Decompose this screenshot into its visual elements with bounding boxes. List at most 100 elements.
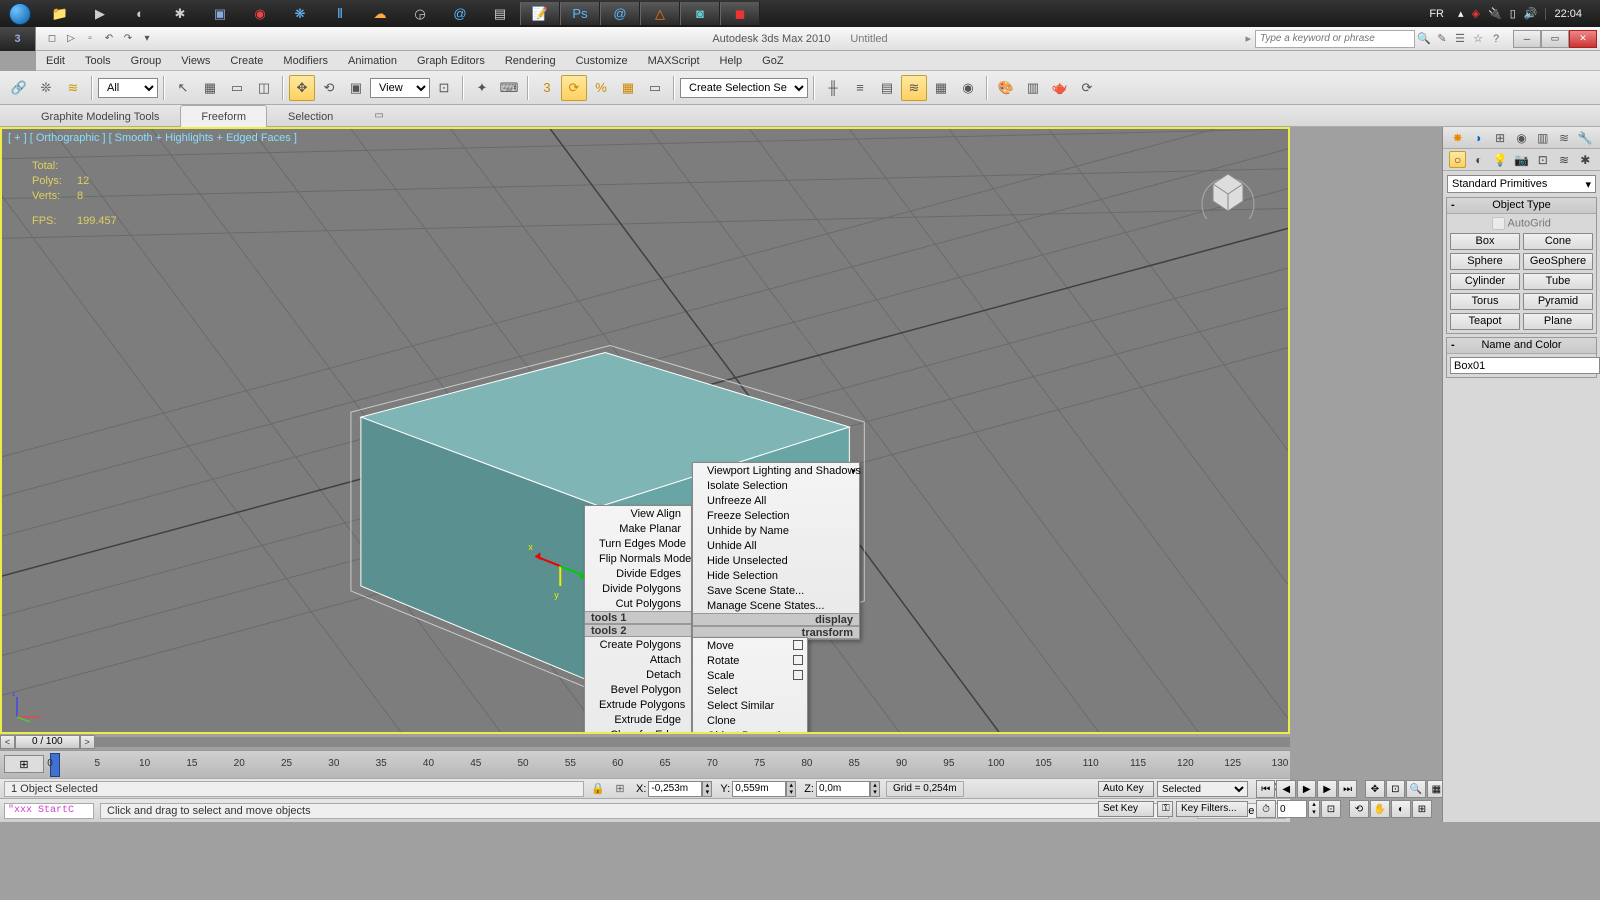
qat-more-icon[interactable]: ▾ — [139, 31, 155, 47]
coord-y-input[interactable] — [732, 781, 786, 797]
time-config-icon[interactable]: ⏱ — [1256, 800, 1276, 818]
create-cylinder[interactable]: Cylinder — [1450, 273, 1520, 290]
timeline-toggle-icon[interactable]: ⊞ — [4, 755, 44, 773]
create-tube[interactable]: Tube — [1523, 273, 1593, 290]
menu-tools[interactable]: Tools — [75, 51, 121, 71]
ctx-clone[interactable]: Clone — [693, 713, 807, 728]
nav-icon-2[interactable]: ⊡ — [1386, 780, 1405, 798]
material-icon[interactable]: ◉ — [955, 75, 981, 101]
tab-graphite[interactable]: Graphite Modeling Tools — [20, 105, 180, 127]
task-app-2[interactable]: ◐ — [120, 2, 160, 25]
prev-frame-icon[interactable]: ◀ — [1276, 780, 1295, 798]
ctx-rotate[interactable]: Rotate — [693, 653, 807, 668]
ctx-hide-sel[interactable]: Hide Selection — [693, 568, 859, 583]
tb-icon-3[interactable]: ☰ — [1451, 30, 1469, 48]
pivot-icon[interactable]: ⊡ — [431, 75, 457, 101]
tb-help-icon[interactable]: ? — [1487, 30, 1505, 48]
ctx-unhide-name[interactable]: Unhide by Name — [693, 523, 859, 538]
slider-track[interactable] — [95, 737, 1290, 747]
nav-icon-5[interactable]: ⟲ — [1349, 800, 1369, 818]
menu-graph[interactable]: Graph Editors — [407, 51, 495, 71]
sub-geometry-icon[interactable]: ○ — [1449, 151, 1466, 168]
create-box[interactable]: Box — [1450, 233, 1520, 250]
create-teapot[interactable]: Teapot — [1450, 313, 1520, 330]
nav-icon-3[interactable]: 🔍 — [1406, 780, 1425, 798]
selection-filter[interactable]: All — [98, 78, 158, 98]
ctx-freeze[interactable]: Freeze Selection — [693, 508, 859, 523]
maximize-button[interactable]: ▭ — [1541, 30, 1569, 48]
ctx-select-similar[interactable]: Select Similar — [693, 698, 807, 713]
snap-icon-3[interactable]: % — [588, 75, 614, 101]
create-torus[interactable]: Torus — [1450, 293, 1520, 310]
task-app-5[interactable]: ◉ — [240, 2, 280, 25]
task-vlc[interactable]: △ — [640, 2, 680, 25]
qat-undo-icon[interactable]: ↶ — [101, 31, 117, 47]
sub-shapes-icon[interactable]: ◐ — [1470, 151, 1487, 168]
tab-tools-icon[interactable]: 🔧 — [1577, 129, 1594, 146]
menu-group[interactable]: Group — [121, 51, 172, 71]
task-app-7[interactable]: ⫴ — [320, 2, 360, 25]
ctx-move[interactable]: Move — [693, 638, 807, 653]
tray-vol-icon[interactable]: 🔊 — [1524, 7, 1538, 20]
named-selection[interactable]: Create Selection Se — [680, 78, 808, 98]
tab-modify-icon[interactable]: ◗ — [1470, 129, 1487, 146]
ctx-view-align[interactable]: View Align — [585, 506, 691, 521]
render-icon[interactable]: 🫖 — [1047, 75, 1073, 101]
tab-utilities-icon[interactable]: ≋ — [1556, 129, 1573, 146]
ctx-detach[interactable]: Detach — [585, 667, 691, 682]
menu-help[interactable]: Help — [710, 51, 753, 71]
play-icon[interactable]: ▶ — [1297, 780, 1316, 798]
ctx-flip-normals[interactable]: Flip Normals Mode — [585, 551, 691, 566]
manip-icon[interactable]: ✦ — [469, 75, 495, 101]
ctx-create-polys[interactable]: Create Polygons — [585, 637, 691, 652]
menu-rendering[interactable]: Rendering — [495, 51, 566, 71]
task-app-9[interactable]: ◶ — [400, 2, 440, 25]
ctx-vp-lighting[interactable]: Viewport Lighting and Shadows — [693, 463, 859, 478]
task-app-6[interactable]: ❋ — [280, 2, 320, 25]
timeline[interactable]: ⊞ 05101520253035404550556065707580859095… — [0, 750, 1290, 778]
select-object-icon[interactable]: ↖ — [170, 75, 196, 101]
align-icon[interactable]: ≡ — [847, 75, 873, 101]
ctx-make-planar[interactable]: Make Planar — [585, 521, 691, 536]
ctx-divide-edges[interactable]: Divide Edges — [585, 566, 691, 581]
tab-motion-icon[interactable]: ◉ — [1513, 129, 1530, 146]
sub-systems-icon[interactable]: ✱ — [1577, 151, 1594, 168]
ctx-unhide-all[interactable]: Unhide All — [693, 538, 859, 553]
minimize-button[interactable]: ─ — [1513, 30, 1541, 48]
schematic-icon[interactable]: ▦ — [928, 75, 954, 101]
tray-net-icon[interactable]: ▯ — [1510, 7, 1516, 20]
ctx-turn-edges[interactable]: Turn Edges Mode — [585, 536, 691, 551]
rotate-icon[interactable]: ⟲ — [316, 75, 342, 101]
frame-spinner[interactable]: ▴▾ — [1308, 800, 1320, 818]
viewport[interactable]: x y [ + ] [ Orthographic ] [ Smooth + Hi… — [0, 127, 1290, 734]
coord-z-input[interactable] — [816, 781, 870, 797]
keyboard-icon[interactable]: ⌨ — [496, 75, 522, 101]
tab-hierarchy-icon[interactable]: ⊞ — [1492, 129, 1509, 146]
coord-toggle-icon[interactable]: ⊞ — [612, 781, 628, 797]
select-rect-icon[interactable]: ▭ — [224, 75, 250, 101]
ctx-scale[interactable]: Scale — [693, 668, 807, 683]
menu-modifiers[interactable]: Modifiers — [273, 51, 338, 71]
qat-open-icon[interactable]: ▷ — [63, 31, 79, 47]
task-app-3[interactable]: ✱ — [160, 2, 200, 25]
task-app-4[interactable]: ▣ — [200, 2, 240, 25]
menu-maxscript[interactable]: MAXScript — [638, 51, 710, 71]
help-search-input[interactable] — [1255, 30, 1415, 48]
slider-right[interactable]: > — [80, 735, 95, 749]
close-button[interactable]: ✕ — [1569, 30, 1597, 48]
menu-animation[interactable]: Animation — [338, 51, 407, 71]
coord-x-input[interactable] — [648, 781, 702, 797]
object-name-input[interactable] — [1450, 357, 1600, 374]
tb-star-icon[interactable]: ☆ — [1469, 30, 1487, 48]
ctx-isolate[interactable]: Isolate Selection — [693, 478, 859, 493]
goto-end-icon[interactable]: ⏭ — [1338, 780, 1357, 798]
ref-coord[interactable]: View — [370, 78, 430, 98]
nav-icon-6[interactable]: ✋ — [1370, 800, 1390, 818]
render-prod-icon[interactable]: ⟳ — [1074, 75, 1100, 101]
task-app-12[interactable]: 📝 — [520, 2, 560, 25]
next-frame-icon[interactable]: ▶ — [1317, 780, 1336, 798]
snap-icon-5[interactable]: ▭ — [642, 75, 668, 101]
time-cfg-icon[interactable]: ⊡ — [1321, 800, 1341, 818]
create-category-combo[interactable]: Standard Primitives▾ — [1447, 175, 1596, 193]
select-name-icon[interactable]: ▦ — [197, 75, 223, 101]
